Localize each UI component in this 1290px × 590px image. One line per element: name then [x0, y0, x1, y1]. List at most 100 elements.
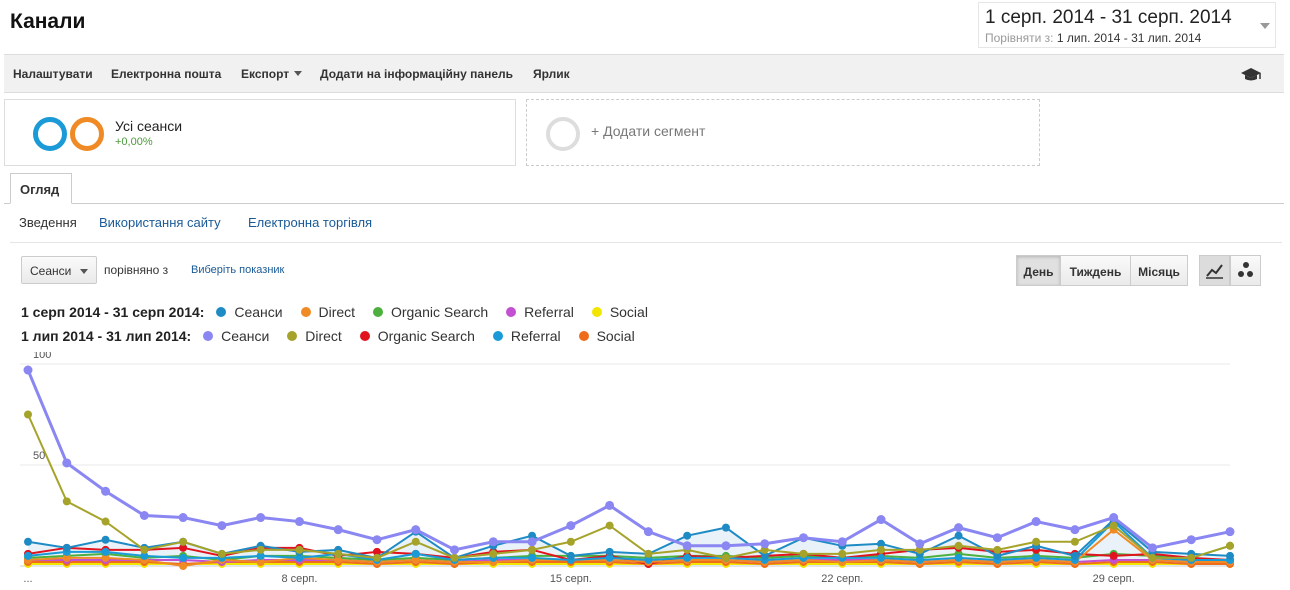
data-point[interactable]	[333, 525, 343, 535]
data-point[interactable]	[605, 500, 615, 510]
data-point[interactable]	[799, 549, 808, 558]
subtab-summary[interactable]: Зведення	[19, 215, 77, 230]
motion-chart-view-button[interactable]	[1230, 255, 1261, 286]
data-point[interactable]	[179, 537, 188, 546]
add-segment-button[interactable]: + Додати сегмент	[526, 99, 1040, 166]
legend-item[interactable]: Сеанси	[203, 328, 269, 344]
data-point[interactable]	[1109, 513, 1119, 523]
data-point[interactable]	[528, 553, 537, 562]
data-point[interactable]	[954, 523, 964, 533]
subtab-site-usage[interactable]: Використання сайту	[99, 215, 221, 230]
data-point[interactable]	[605, 547, 614, 556]
data-point[interactable]	[1148, 553, 1157, 562]
data-point[interactable]	[62, 497, 71, 506]
data-point[interactable]	[450, 553, 459, 562]
data-point[interactable]	[411, 525, 421, 535]
data-point[interactable]	[101, 486, 111, 496]
legend-item[interactable]: Social	[578, 328, 635, 344]
data-point[interactable]	[179, 562, 188, 570]
data-point[interactable]	[139, 511, 149, 520]
data-point[interactable]	[682, 541, 692, 551]
data-point[interactable]	[527, 537, 537, 547]
data-point[interactable]	[1226, 541, 1234, 550]
data-point[interactable]	[294, 517, 304, 527]
legend-item[interactable]: Direct	[287, 328, 342, 344]
add-to-dashboard-button[interactable]: Додати на інформаційну панель	[320, 67, 513, 81]
data-point[interactable]	[644, 549, 653, 558]
shortcut-button[interactable]: Ярлик	[533, 67, 570, 81]
data-point[interactable]	[1070, 551, 1079, 560]
data-point[interactable]	[488, 537, 498, 547]
data-point[interactable]	[683, 553, 692, 562]
customize-button[interactable]: Налаштувати	[13, 67, 93, 81]
export-button[interactable]: Експорт	[241, 67, 303, 81]
data-point[interactable]	[1186, 535, 1196, 545]
data-point[interactable]	[179, 553, 188, 562]
data-point[interactable]	[411, 549, 420, 558]
data-point[interactable]	[411, 537, 420, 546]
data-point[interactable]	[334, 549, 343, 558]
data-point[interactable]	[721, 541, 731, 551]
tab-overview[interactable]: Огляд	[10, 173, 72, 204]
data-point[interactable]	[217, 549, 226, 558]
data-point[interactable]	[62, 543, 71, 552]
data-point[interactable]	[256, 513, 266, 523]
legend-item[interactable]: Social	[591, 304, 648, 320]
legend-item[interactable]: Organic Search	[372, 304, 488, 320]
data-point[interactable]	[1032, 537, 1041, 546]
data-point[interactable]	[605, 521, 614, 530]
segment-all-sessions[interactable]: Усі сеанси +0,00%	[4, 99, 516, 166]
legend-item[interactable]: Referral	[506, 304, 574, 320]
data-point[interactable]	[372, 535, 382, 545]
data-point[interactable]	[217, 521, 227, 531]
data-point[interactable]	[1109, 551, 1118, 560]
data-point[interactable]	[101, 517, 110, 526]
data-point[interactable]	[643, 527, 653, 537]
data-point[interactable]	[838, 549, 847, 558]
data-point[interactable]	[954, 553, 963, 562]
data-point[interactable]	[1070, 537, 1079, 546]
data-point[interactable]	[798, 533, 808, 543]
data-point[interactable]	[140, 545, 149, 554]
data-point[interactable]	[1187, 553, 1196, 562]
data-point[interactable]	[101, 535, 110, 544]
data-point[interactable]	[760, 539, 770, 549]
data-point[interactable]	[837, 537, 847, 547]
data-point[interactable]	[450, 545, 460, 555]
legend-item[interactable]: Organic Search	[359, 328, 475, 344]
data-point[interactable]	[178, 513, 188, 523]
legend-item[interactable]: Сеанси	[216, 304, 283, 320]
data-point[interactable]	[23, 365, 33, 375]
data-point[interactable]	[62, 458, 72, 468]
data-point[interactable]	[1032, 553, 1041, 562]
data-point[interactable]	[721, 553, 730, 562]
data-point[interactable]	[295, 545, 304, 554]
email-button[interactable]: Електронна пошта	[111, 67, 221, 81]
data-point[interactable]	[101, 547, 110, 556]
data-point[interactable]	[915, 539, 925, 549]
data-point[interactable]	[1226, 551, 1234, 560]
data-point[interactable]	[721, 523, 730, 532]
data-point[interactable]	[24, 551, 32, 560]
sessions-line-chart[interactable]: 50 100... 8 серп. 15 серп. 22 серп. 29 серп.	[0, 352, 1290, 590]
data-point[interactable]	[566, 521, 576, 531]
data-point[interactable]	[489, 549, 498, 558]
data-point[interactable]	[24, 537, 32, 546]
data-point[interactable]	[1031, 517, 1041, 527]
data-point[interactable]	[566, 551, 575, 560]
data-point[interactable]	[992, 533, 1002, 543]
data-point[interactable]	[877, 553, 886, 562]
metric-select[interactable]: Сеанси	[21, 256, 97, 284]
data-point[interactable]	[528, 545, 537, 554]
data-point[interactable]	[683, 531, 692, 540]
data-point[interactable]	[1225, 527, 1235, 537]
period-day-button[interactable]: День	[1016, 255, 1061, 286]
data-point[interactable]	[876, 515, 886, 525]
data-point[interactable]	[877, 545, 886, 554]
graduation-cap-icon[interactable]	[1240, 67, 1262, 83]
subtab-ecommerce[interactable]: Електронна торгівля	[248, 215, 372, 230]
period-month-button[interactable]: Місяць	[1130, 255, 1188, 286]
data-point[interactable]	[993, 545, 1002, 554]
legend-item[interactable]: Referral	[492, 328, 561, 344]
data-point[interactable]	[1070, 525, 1080, 535]
